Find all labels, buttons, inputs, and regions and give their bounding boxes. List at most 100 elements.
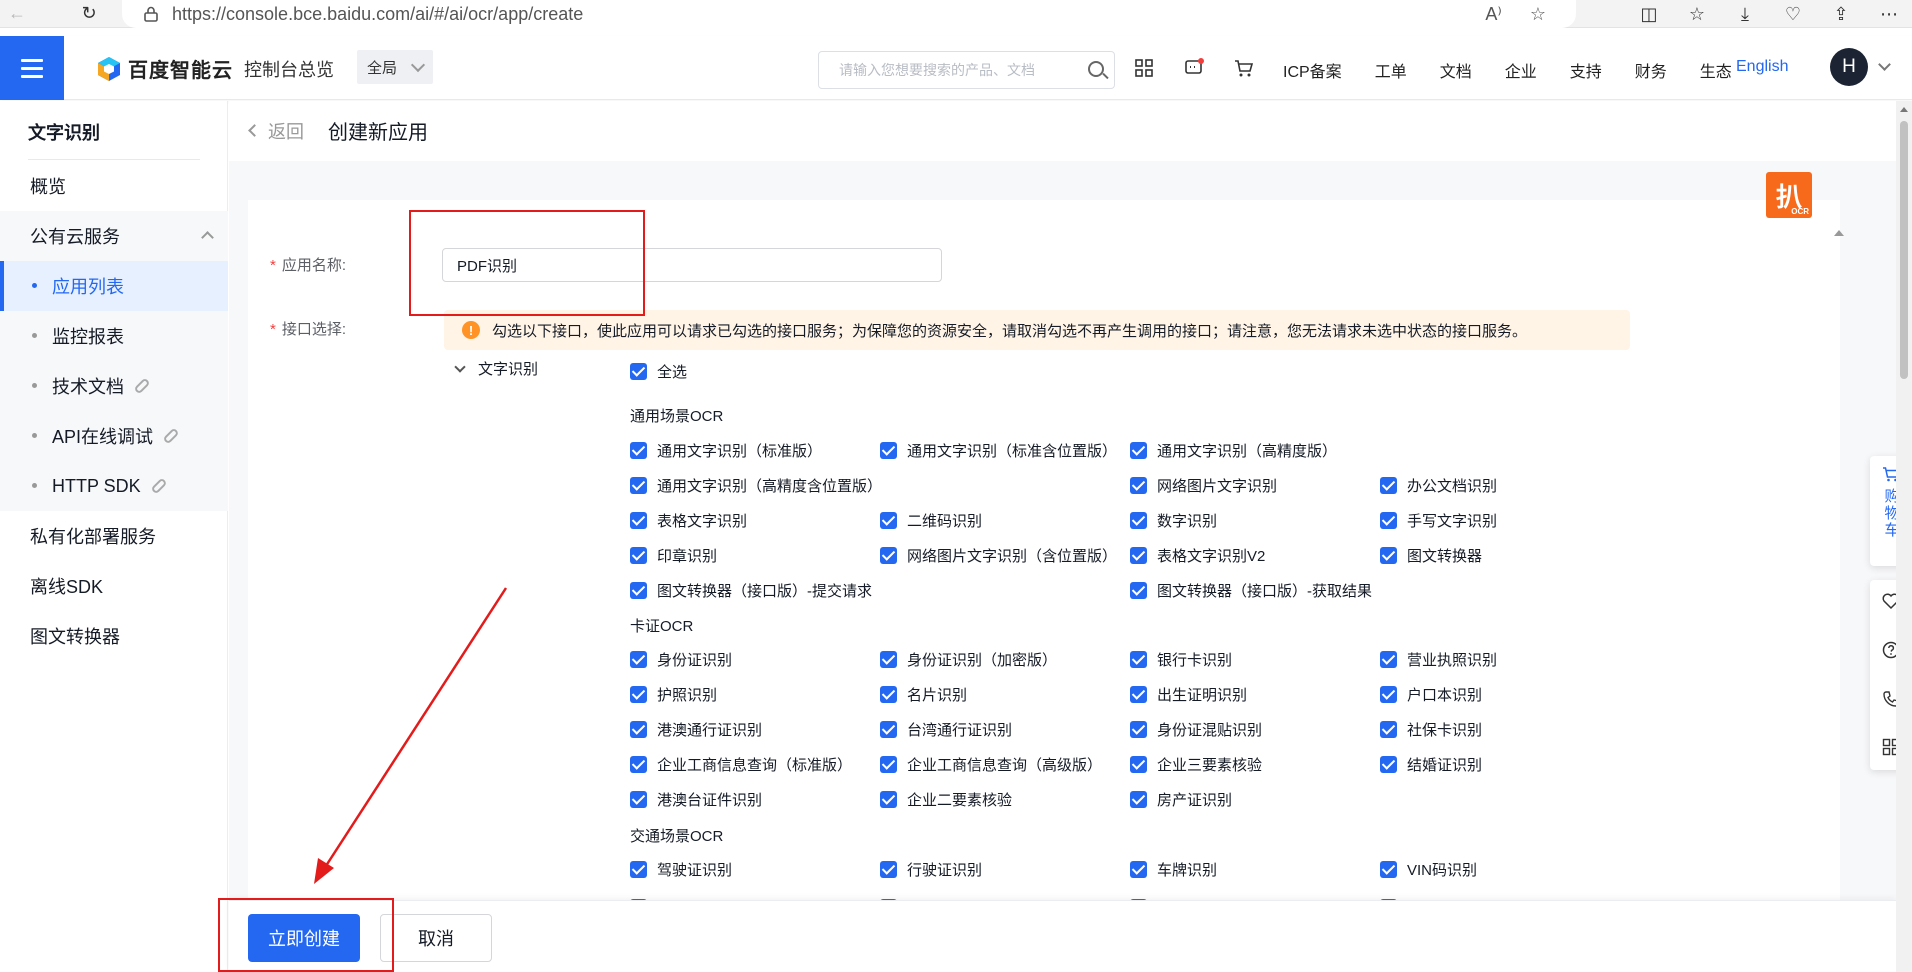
reload-icon[interactable]: ↻ bbox=[72, 0, 106, 28]
api-checkbox[interactable]: 数字识别 bbox=[1130, 510, 1217, 531]
api-checkbox[interactable]: 企业三要素核验 bbox=[1130, 754, 1262, 775]
ocr-badge-icon[interactable]: 扒 OCR bbox=[1766, 172, 1812, 218]
api-checkbox[interactable]: 网络图片文字识别 bbox=[1130, 475, 1277, 496]
api-checkbox[interactable]: 图文转换器（接口版）-提交请求 bbox=[630, 580, 872, 601]
api-checkbox[interactable]: 通用文字识别（高精度含位置版） bbox=[630, 475, 882, 496]
grid-apps-icon[interactable] bbox=[1134, 58, 1154, 78]
split-screen-icon[interactable]: ◫ bbox=[1636, 1, 1662, 27]
api-checkbox[interactable]: 港澳台证件识别 bbox=[630, 789, 762, 810]
message-icon[interactable] bbox=[1184, 58, 1204, 78]
search-input[interactable]: 请输入您想要搜索的产品、文档 bbox=[818, 51, 1115, 89]
favorites-icon[interactable]: ☆ bbox=[1684, 1, 1710, 27]
page-scrollbar[interactable] bbox=[1896, 101, 1912, 972]
cancel-button[interactable]: 取消 bbox=[380, 914, 492, 962]
api-checkbox[interactable]: 营业执照识别 bbox=[1380, 649, 1497, 670]
sidebar-item-label: 公有云服务 bbox=[30, 227, 120, 247]
sidebar-item-converter[interactable]: 图文转换器 bbox=[0, 611, 228, 661]
api-checkbox[interactable]: 图文转换器 bbox=[1380, 545, 1482, 566]
api-checkbox[interactable]: 台湾通行证识别 bbox=[880, 719, 1012, 740]
chevron-down-icon bbox=[454, 360, 466, 373]
header-link-enterprise[interactable]: 企业 bbox=[1505, 58, 1537, 82]
api-checkbox[interactable]: 企业工商信息查询（高级版） bbox=[880, 754, 1102, 775]
select-all-checkbox[interactable]: 全选 bbox=[630, 361, 687, 382]
sidebar-item-public-cloud[interactable]: 公有云服务 bbox=[0, 211, 228, 261]
api-checkbox[interactable]: 印章识别 bbox=[630, 545, 717, 566]
sidebar-item-label: 离线SDK bbox=[30, 577, 104, 597]
read-aloud-icon[interactable]: A⁾ bbox=[1485, 4, 1501, 25]
clipped-checkbox-row bbox=[630, 892, 1530, 900]
api-checkbox[interactable]: 港澳通行证识别 bbox=[630, 719, 762, 740]
hamburger-menu-button[interactable] bbox=[0, 36, 64, 100]
api-checkbox[interactable]: 护照识别 bbox=[630, 684, 717, 705]
share-icon[interactable]: ⇪ bbox=[1828, 1, 1854, 27]
language-switch[interactable]: English bbox=[1736, 58, 1788, 76]
api-checkbox[interactable]: 出生证明识别 bbox=[1130, 684, 1247, 705]
header-link-icp[interactable]: ICP备案 bbox=[1283, 58, 1342, 82]
sidebar-item-api-debug[interactable]: API在线调试 bbox=[0, 411, 228, 461]
api-checkbox[interactable]: 办公文档识别 bbox=[1380, 475, 1497, 496]
header-link-ecosystem[interactable]: 生态 bbox=[1700, 58, 1732, 82]
brand-logo[interactable]: 百度智能云 bbox=[96, 54, 233, 83]
api-checkbox[interactable]: 通用文字识别（高精度版） bbox=[1130, 440, 1337, 461]
api-checkbox[interactable]: 户口本识别 bbox=[1380, 684, 1482, 705]
api-checkbox[interactable]: 通用文字识别（标准含位置版） bbox=[880, 440, 1117, 461]
api-checkbox[interactable]: 手写文字识别 bbox=[1380, 510, 1497, 531]
api-checkbox[interactable]: 房产证识别 bbox=[1130, 789, 1232, 810]
download-icon[interactable]: ⤓ bbox=[1732, 1, 1758, 27]
group-toggle-ocr[interactable]: 文字识别 bbox=[454, 358, 538, 379]
external-link-icon bbox=[133, 377, 151, 395]
browser-essentials-icon[interactable]: ♡ bbox=[1780, 1, 1806, 27]
api-checkbox[interactable]: 二维码识别 bbox=[880, 510, 982, 531]
avatar[interactable]: H bbox=[1830, 48, 1868, 86]
api-checkbox[interactable]: 网络图片文字识别（含位置版） bbox=[880, 545, 1117, 566]
sidebar-item-http-sdk[interactable]: HTTP SDK bbox=[0, 461, 228, 511]
more-menu-icon[interactable]: ⋯ bbox=[1876, 1, 1902, 27]
api-checkbox[interactable]: 表格文字识别V2 bbox=[1130, 545, 1265, 566]
sidebar-item-monitoring[interactable]: 监控报表 bbox=[0, 311, 228, 361]
scrollbar-thumb[interactable] bbox=[1900, 121, 1908, 379]
favorite-star-icon[interactable]: ☆ bbox=[1530, 4, 1546, 25]
api-checkbox[interactable]: 企业二要素核验 bbox=[880, 789, 1012, 810]
api-checkbox[interactable]: 企业工商信息查询（标准版） bbox=[630, 754, 852, 775]
api-checkbox[interactable]: 名片识别 bbox=[880, 684, 967, 705]
header-link-ticket[interactable]: 工单 bbox=[1375, 58, 1407, 82]
sidebar-item-tech-docs[interactable]: 技术文档 bbox=[0, 361, 228, 411]
back-link[interactable]: 返回 bbox=[268, 118, 304, 144]
sidebar-item-private-deploy[interactable]: 私有化部署服务 bbox=[0, 511, 228, 561]
api-checkbox[interactable]: 行驶证识别 bbox=[880, 859, 982, 880]
header-link-finance[interactable]: 财务 bbox=[1635, 58, 1667, 82]
api-checkbox[interactable]: VIN码识别 bbox=[1380, 859, 1477, 880]
cart-icon[interactable] bbox=[1234, 58, 1254, 78]
external-link-icon bbox=[162, 427, 180, 445]
header-link-docs[interactable]: 文档 bbox=[1440, 58, 1472, 82]
header-link-support[interactable]: 支持 bbox=[1570, 58, 1602, 82]
sidebar-title: 文字识别 bbox=[28, 123, 100, 143]
back-arrow-icon[interactable]: ← bbox=[0, 0, 34, 28]
sidebar-item-overview[interactable]: 概览 bbox=[0, 161, 228, 211]
console-home-link[interactable]: 控制台总览 bbox=[244, 56, 334, 82]
bullet-icon bbox=[32, 483, 37, 488]
annotation-box-create bbox=[218, 898, 394, 972]
sidebar-item-label: 私有化部署服务 bbox=[30, 527, 156, 547]
api-checkbox[interactable]: 身份证识别（加密版） bbox=[880, 649, 1057, 670]
address-bar[interactable]: https://console.bce.baidu.com/ai/#/ai/oc… bbox=[122, 0, 1576, 28]
api-checkbox[interactable]: 车牌识别 bbox=[1130, 859, 1217, 880]
api-checkbox[interactable]: 驾驶证识别 bbox=[630, 859, 732, 880]
api-checkbox[interactable]: 表格文字识别 bbox=[630, 510, 747, 531]
sidebar-divider bbox=[28, 159, 200, 160]
api-checkbox[interactable]: 通用文字识别（标准版） bbox=[630, 440, 822, 461]
region-select[interactable]: 全局 bbox=[357, 50, 433, 84]
api-checkbox[interactable]: 身份证识别 bbox=[630, 649, 732, 670]
bullet-icon bbox=[32, 283, 37, 288]
api-checkbox[interactable]: 结婚证识别 bbox=[1380, 754, 1482, 775]
search-icon[interactable] bbox=[1088, 61, 1104, 77]
sidebar-item-app-list[interactable]: 应用列表 bbox=[0, 261, 228, 311]
api-checkbox[interactable]: 图文转换器（接口版）-获取结果 bbox=[1130, 580, 1372, 601]
chevron-down-icon[interactable] bbox=[1878, 58, 1891, 71]
api-checkbox[interactable]: 身份证混贴识别 bbox=[1130, 719, 1262, 740]
api-checkbox[interactable]: 银行卡识别 bbox=[1130, 649, 1232, 670]
scroll-up-icon[interactable] bbox=[1900, 107, 1908, 112]
api-checkbox[interactable]: 社保卡识别 bbox=[1380, 719, 1482, 740]
sidebar-item-offline-sdk[interactable]: 离线SDK bbox=[0, 561, 228, 611]
collapse-up-icon[interactable] bbox=[1834, 230, 1844, 236]
